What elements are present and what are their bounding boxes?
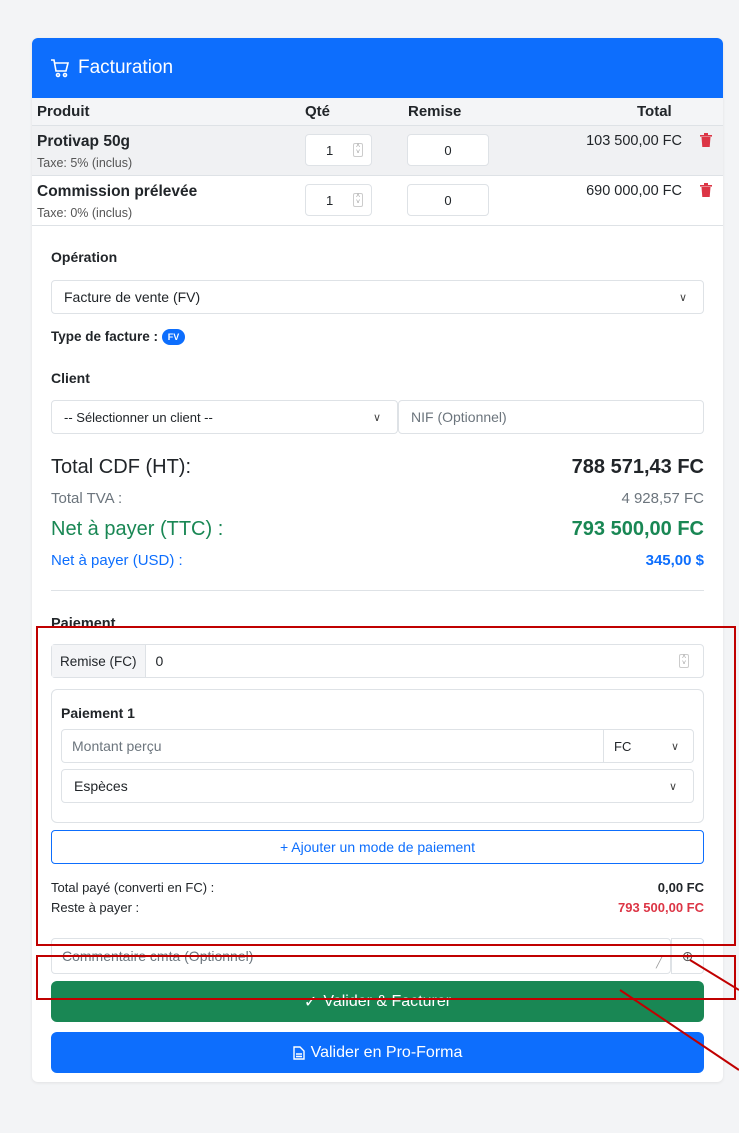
annotation-arrows [619,959,739,1071]
annotation-line [689,959,739,991]
annotation-line [619,989,739,1071]
